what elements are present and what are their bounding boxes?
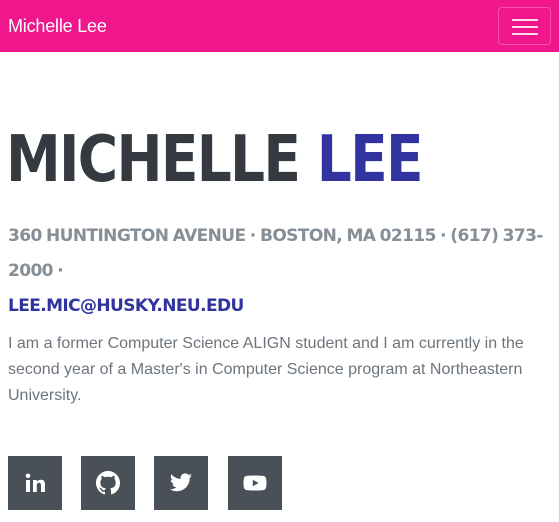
youtube-button[interactable] — [228, 456, 282, 510]
github-button[interactable] — [81, 456, 135, 510]
page-title: Michelle Lee — [6, 120, 424, 200]
email-link[interactable]: lee.mic@husky.neu.edu — [8, 296, 244, 316]
github-icon — [96, 471, 120, 495]
address-text: 360 Huntington Avenue · Boston, MA 02115… — [8, 226, 543, 281]
first-name: Michelle — [6, 123, 301, 197]
linkedin-button[interactable] — [8, 456, 62, 510]
navbar-brand[interactable]: Michelle Lee — [8, 14, 107, 38]
navbar-toggle-button[interactable] — [498, 7, 551, 45]
twitter-button[interactable] — [154, 456, 208, 510]
last-name: Lee — [316, 123, 424, 197]
linkedin-icon — [25, 473, 45, 492]
hamburger-menu-icon — [512, 19, 538, 35]
navbar: Michelle Lee — [0, 0, 559, 52]
twitter-icon — [170, 473, 192, 492]
contact-subheading: 360 Huntington Avenue · Boston, MA 02115… — [8, 219, 553, 324]
youtube-icon — [243, 475, 267, 491]
bio-text: I am a former Computer Science ALIGN stu… — [8, 335, 524, 404]
